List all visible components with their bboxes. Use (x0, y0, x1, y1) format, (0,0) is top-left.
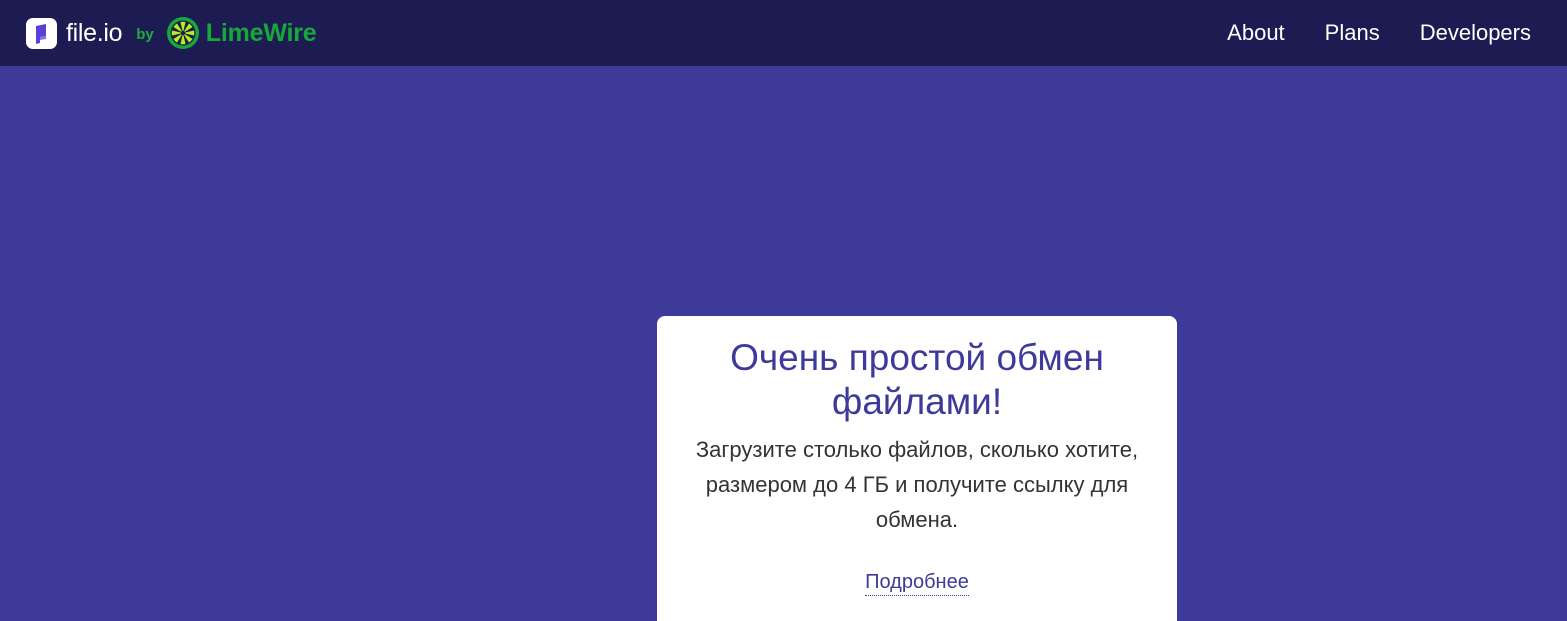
file-io-logo-icon (26, 17, 57, 49)
top-navbar: file.io by LimeWire About Plans Develope… (0, 0, 1567, 66)
limewire-icon (166, 17, 199, 49)
nav-link-about[interactable]: About (1227, 20, 1285, 46)
limewire-name: LimeWire (205, 18, 317, 47)
learn-more-link[interactable]: Подробнее (865, 571, 969, 596)
nav-link-plans[interactable]: Plans (1325, 20, 1380, 46)
nav-links: About Plans Developers (1187, 0, 1531, 66)
hero-subtitle: Загрузите столько файлов, сколько хотите… (695, 437, 1139, 532)
brand-home-link[interactable]: file.io by LimeWire (26, 16, 317, 50)
brand-name: file.io (66, 18, 123, 47)
brand-by-label: by (136, 25, 154, 43)
hero-title: Очень простой обмен файлами! (730, 337, 1104, 422)
nav-link-developers[interactable]: Developers (1420, 20, 1531, 46)
hero-card: Очень простой обмен файлами! Загрузите с… (657, 316, 1177, 621)
